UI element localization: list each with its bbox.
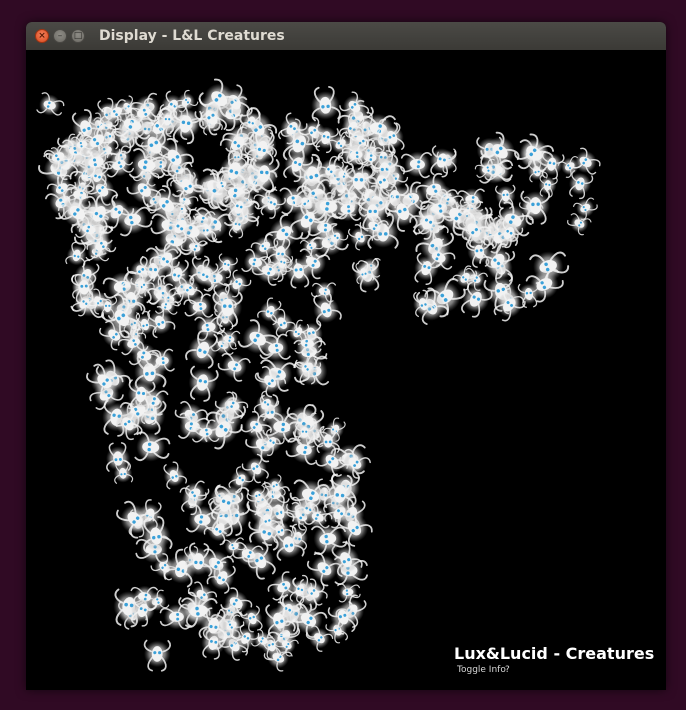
desktop-background: × – □ Display - L&L Creatures Lux&Lucid … xyxy=(0,0,686,710)
window-title: Display - L&L Creatures xyxy=(99,28,285,44)
creature xyxy=(188,365,219,402)
creature xyxy=(212,291,243,328)
close-button[interactable]: × xyxy=(35,29,49,43)
creature xyxy=(134,431,171,462)
creatures-canvas[interactable]: Lux&Lucid - Creatures Toggle Info ? xyxy=(26,50,666,690)
brand-title: Lux&Lucid - Creatures xyxy=(454,644,655,663)
creature-swarm xyxy=(36,78,601,672)
creature xyxy=(36,92,65,116)
creature xyxy=(311,85,341,122)
creature xyxy=(399,151,432,179)
minimize-button[interactable]: – xyxy=(53,29,67,43)
toggle-info-link[interactable]: Toggle Info xyxy=(457,665,506,675)
creature xyxy=(316,425,340,454)
window-titlebar[interactable]: × – □ Display - L&L Creatures xyxy=(26,22,666,51)
creature xyxy=(143,639,171,672)
creature xyxy=(163,461,188,490)
close-icon: × xyxy=(38,30,46,41)
maximize-icon: □ xyxy=(73,30,83,41)
creature xyxy=(570,147,601,175)
help-link[interactable]: ? xyxy=(505,665,510,675)
app-window: × – □ Display - L&L Creatures Lux&Lucid … xyxy=(26,22,666,690)
maximize-button[interactable]: □ xyxy=(71,29,85,43)
minimize-icon: – xyxy=(57,30,63,41)
